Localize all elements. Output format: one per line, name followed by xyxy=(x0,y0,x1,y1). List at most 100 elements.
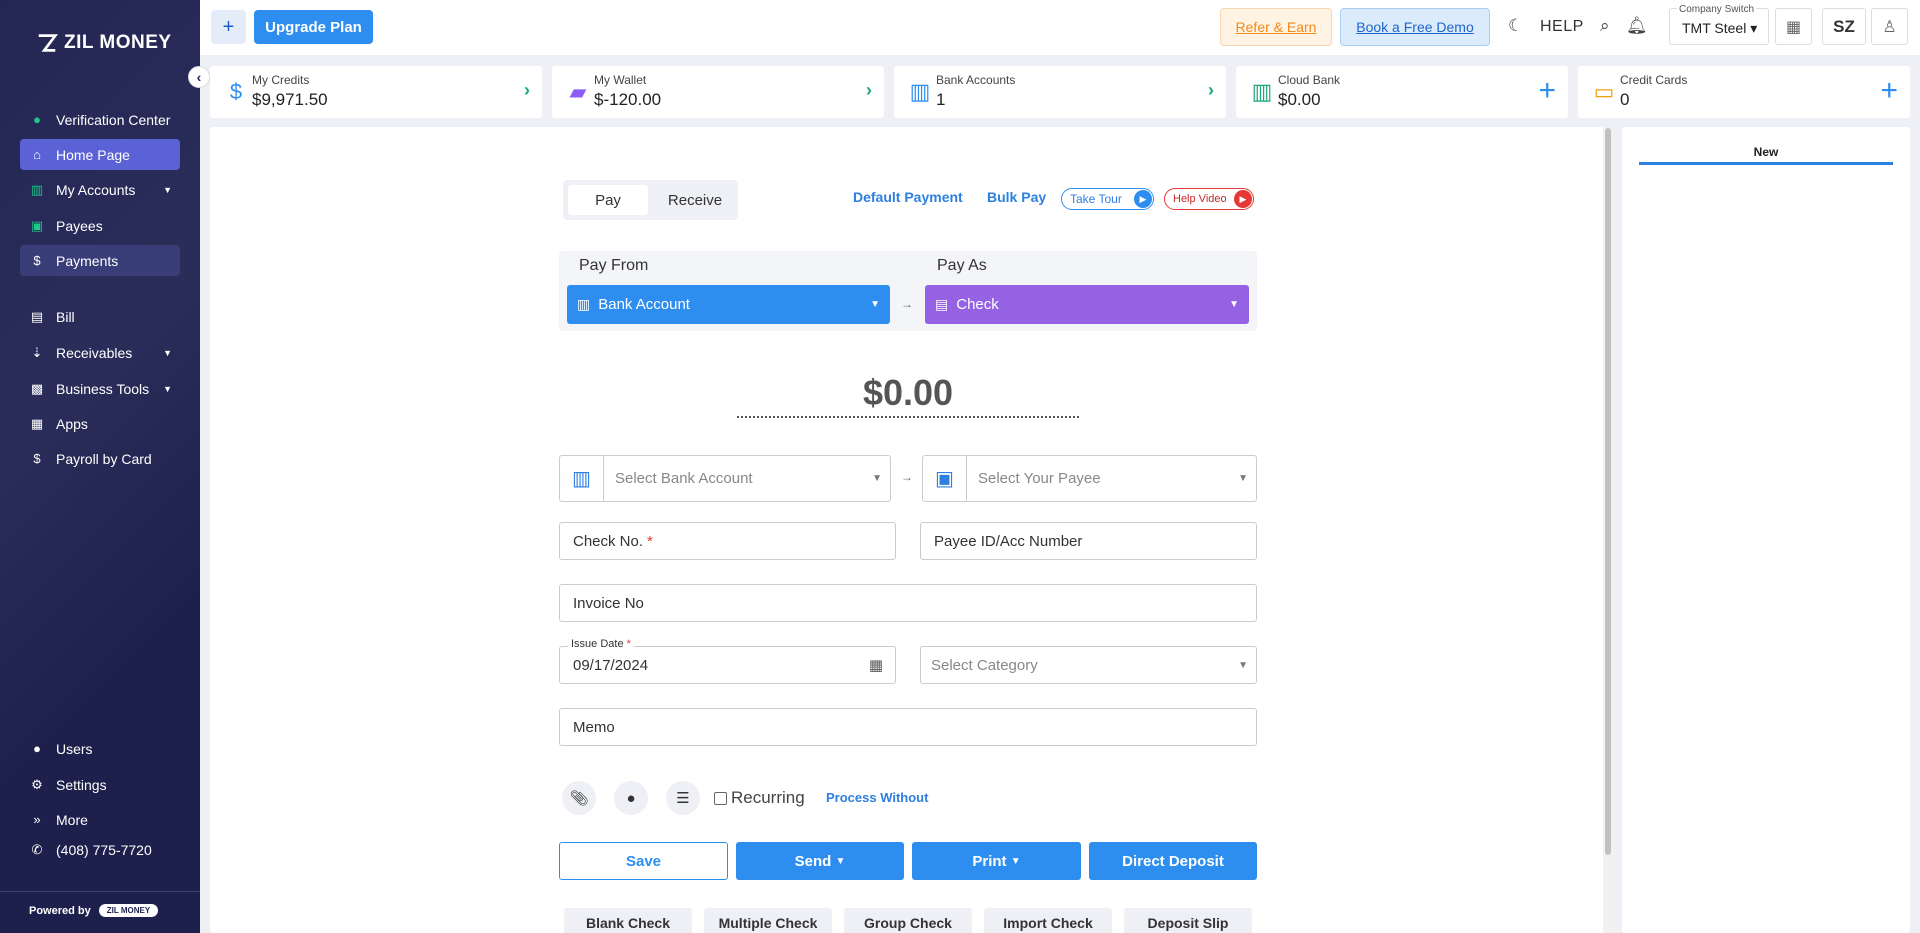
issue-date-label: Issue Date * xyxy=(568,638,634,650)
recurring-checkbox[interactable] xyxy=(714,791,727,805)
sidebar-item-verification-center[interactable]: ● Verification Center xyxy=(20,104,180,135)
select-bank-account[interactable]: ▥ Select Bank Account ▼ xyxy=(559,455,891,502)
card-my-credits[interactable]: $ My Credits $9,971.50 › xyxy=(210,66,542,118)
card-credit-cards[interactable]: ▭ Credit Cards 0 + xyxy=(1578,66,1910,118)
sidebar-item-label: Receivables xyxy=(56,344,133,361)
caret-down-icon: ▼ xyxy=(1010,855,1021,867)
sidebar-item-receivables[interactable]: ⇣ Receivables ▼ xyxy=(20,337,180,368)
payee-book-icon: ▣ xyxy=(30,217,44,233)
help-video-button[interactable]: Help Video ▶ xyxy=(1164,188,1254,210)
upgrade-plan-button[interactable]: Upgrade Plan xyxy=(254,10,373,44)
check-card-icon: ▤ xyxy=(935,296,949,312)
book-demo-button[interactable]: Book a Free Demo xyxy=(1340,8,1490,46)
powered-by-badge[interactable]: ZIL MONEY xyxy=(98,904,159,917)
sidebar-item-home-page[interactable]: ⌂ Home Page xyxy=(20,139,180,170)
check-no-label: Check No. xyxy=(573,532,644,550)
sidebar-item-payees[interactable]: ▣ Payees xyxy=(20,210,180,241)
sidebar-item-apps[interactable]: ▦ Apps xyxy=(20,408,180,439)
tab-pay[interactable]: Pay xyxy=(568,185,648,215)
sidebar-item-label: (408) 775-7720 xyxy=(56,841,152,858)
tab-group-check[interactable]: Group Check xyxy=(844,908,972,933)
check-no-field[interactable]: Check No. * xyxy=(559,522,896,560)
receivables-icon: ⇣ xyxy=(31,344,43,360)
sidebar-item-label: Bill xyxy=(56,308,75,325)
plus-icon[interactable]: + xyxy=(1880,74,1898,108)
sidebar-item-my-accounts[interactable]: ▥ My Accounts ▼ xyxy=(20,174,180,205)
dollar-icon: $ xyxy=(33,253,41,268)
take-tour-button[interactable]: Take Tour ▶ xyxy=(1061,188,1154,210)
sidebar-item-settings[interactable]: ⚙ Settings xyxy=(20,769,180,800)
check-circle-icon: ● xyxy=(33,112,41,127)
tab-import-check[interactable]: Import Check xyxy=(984,908,1112,933)
memo-field[interactable]: Memo xyxy=(559,708,1257,746)
refer-earn-button[interactable]: Refer & Earn xyxy=(1220,8,1332,46)
sidebar-item-bill[interactable]: ▤ Bill xyxy=(20,301,180,332)
caret-down-icon: ▼ xyxy=(872,473,882,484)
card-my-wallet[interactable]: ▰ My Wallet $-120.00 › xyxy=(552,66,884,118)
process-without-link[interactable]: Process Without xyxy=(826,790,928,805)
sidebar-item-label: Home Page xyxy=(56,146,130,163)
issue-date-field[interactable]: Issue Date * 09/17/2024 ▦ xyxy=(559,638,896,684)
quick-add-button[interactable]: + xyxy=(211,10,246,44)
sidebar-collapse-button[interactable]: ‹ xyxy=(188,66,210,88)
company-switch[interactable]: Company Switch TMT Steel ▾ xyxy=(1669,4,1769,45)
pay-as-dropdown[interactable]: ▤ Check ▼ xyxy=(925,285,1249,324)
powered-by: Powered by ZIL MONEY xyxy=(29,904,159,917)
amount-display[interactable]: $0.00 xyxy=(737,372,1079,418)
select-category[interactable]: Select Category ▼ xyxy=(920,646,1257,684)
sidebar-item-payroll-by-card[interactable]: $ Payroll by Card xyxy=(20,443,180,474)
search-icon[interactable]: ⌕ xyxy=(1600,16,1610,36)
chevron-right-icon[interactable]: › xyxy=(524,80,530,101)
attachment-icon[interactable]: 📎︎ xyxy=(562,781,596,815)
sidebar-item-users[interactable]: ● Users xyxy=(20,733,180,764)
card-bank-accounts[interactable]: ▥ Bank Accounts 1 › xyxy=(894,66,1226,118)
pay-from-dropdown[interactable]: ▥ Bank Account ▼ xyxy=(567,285,890,324)
bank-icon: ▥ xyxy=(30,181,44,197)
card-cloud-bank[interactable]: ▥ Cloud Bank $0.00 + xyxy=(1236,66,1568,118)
sidebar-item-more[interactable]: » More xyxy=(20,804,180,835)
brand-logo[interactable]: ZIL MONEY xyxy=(36,32,172,54)
calendar-icon[interactable]: ▦ xyxy=(869,656,883,674)
scrollbar-thumb[interactable] xyxy=(1605,128,1611,855)
profile-icon[interactable]: ♙ xyxy=(1871,8,1908,45)
comment-icon[interactable]: ● xyxy=(614,781,648,815)
sidebar-item-payments[interactable]: $ Payments xyxy=(20,245,180,276)
default-payment-link[interactable]: Default Payment xyxy=(853,189,963,205)
sidebar-item-phone[interactable]: ✆ (408) 775-7720 xyxy=(20,834,180,865)
tab-blank-check[interactable]: Blank Check xyxy=(564,908,692,933)
caret-down-icon: ▼ xyxy=(163,347,172,358)
caret-down-icon: ▼ xyxy=(835,855,846,867)
bank-icon: ▥ xyxy=(560,456,604,501)
payee-id-field[interactable]: Payee ID/Acc Number xyxy=(920,522,1257,560)
list-icon[interactable]: ☰ xyxy=(666,781,700,815)
tab-multiple-check[interactable]: Multiple Check xyxy=(704,908,832,933)
sidebar-item-label: More xyxy=(56,811,88,828)
bulk-pay-link[interactable]: Bulk Pay xyxy=(987,189,1046,205)
sidebar-item-business-tools[interactable]: ▩ Business Tools ▼ xyxy=(20,373,180,404)
card-value: $9,971.50 xyxy=(252,90,328,109)
avatar[interactable]: SZ xyxy=(1822,8,1866,45)
save-button[interactable]: Save xyxy=(559,842,728,880)
recurring-label: Recurring xyxy=(731,788,805,807)
print-button[interactable]: Print ▼ xyxy=(912,842,1081,880)
scrollbar[interactable] xyxy=(1603,127,1613,933)
help-link[interactable]: HELP xyxy=(1540,18,1584,36)
building-icon[interactable]: ▦ xyxy=(1775,8,1812,45)
tab-receive[interactable]: Receive xyxy=(656,185,734,215)
chevron-right-icon[interactable]: › xyxy=(1208,80,1214,101)
apps-grid-icon: ▦ xyxy=(30,415,44,431)
chevron-right-icon[interactable]: › xyxy=(866,80,872,101)
home-icon: ⌂ xyxy=(33,147,41,162)
bell-icon[interactable]: 🔔︎ xyxy=(1626,16,1648,36)
invoice-no-field[interactable]: Invoice No xyxy=(559,584,1257,622)
dark-mode-icon[interactable]: ☾ xyxy=(1508,16,1523,36)
select-payee[interactable]: ▣ Select Your Payee ▼ xyxy=(922,455,1257,502)
recurring-toggle[interactable]: Recurring xyxy=(714,788,805,808)
send-button[interactable]: Send ▼ xyxy=(736,842,904,880)
tab-new[interactable]: New xyxy=(1639,145,1893,165)
direct-deposit-button[interactable]: Direct Deposit xyxy=(1089,842,1257,880)
card-value: $0.00 xyxy=(1278,90,1321,109)
tab-deposit-slip[interactable]: Deposit Slip xyxy=(1124,908,1252,933)
credit-card-icon: ▭ xyxy=(1593,79,1615,104)
plus-icon[interactable]: + xyxy=(1538,74,1556,108)
